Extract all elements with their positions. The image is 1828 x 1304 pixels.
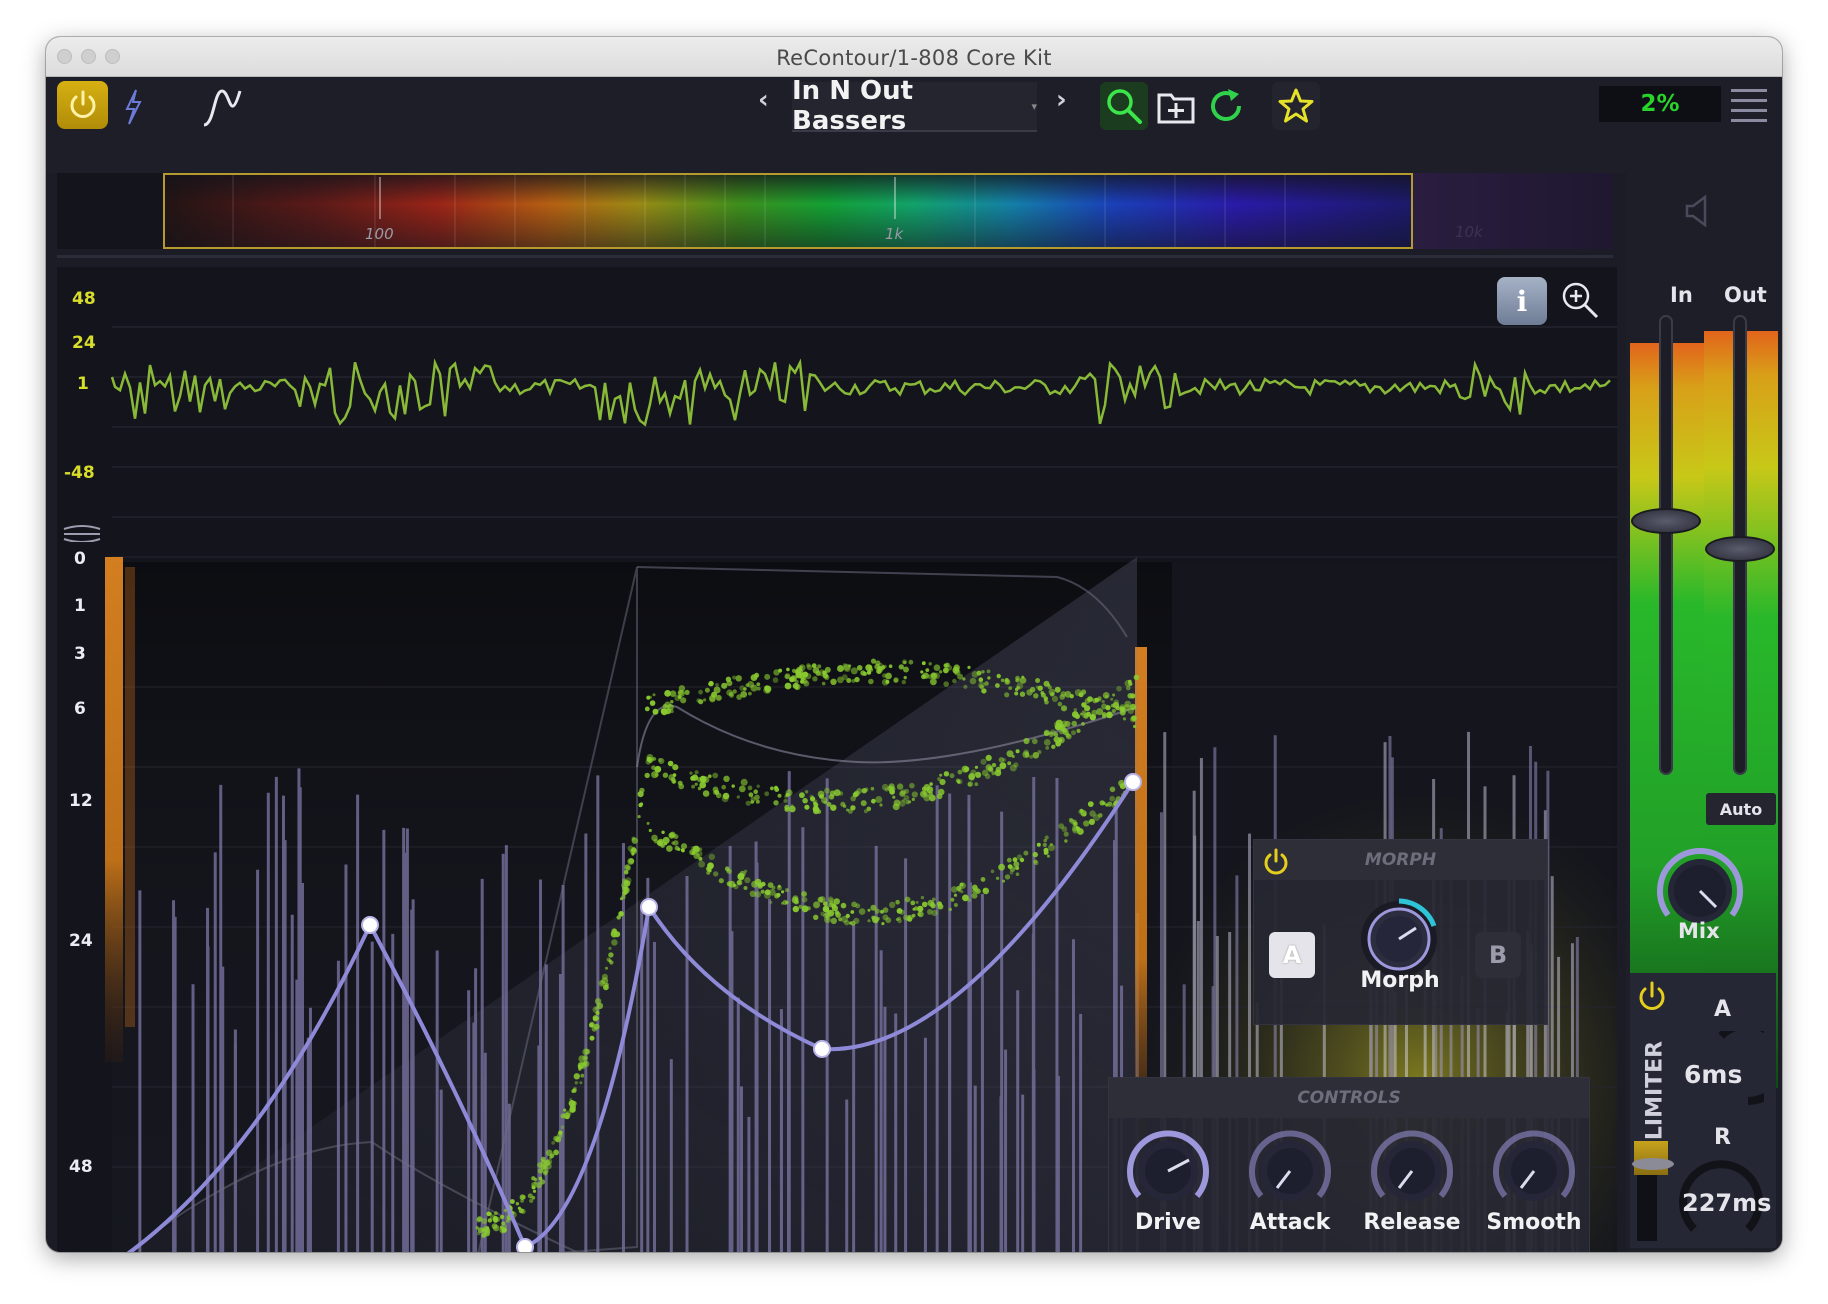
power-icon bbox=[70, 90, 95, 118]
limiter-attack-label: A bbox=[1714, 997, 1732, 1022]
favorite-button[interactable] bbox=[1272, 82, 1320, 130]
limiter-release-label: R bbox=[1714, 1125, 1731, 1150]
frequency-range-selection[interactable]: 100 1k bbox=[163, 173, 1413, 249]
left-scale-label: 0 bbox=[74, 549, 86, 569]
morph-b-button[interactable]: B bbox=[1475, 932, 1521, 978]
curve-node bbox=[516, 1238, 534, 1252]
star-icon bbox=[1278, 88, 1314, 123]
curve-node bbox=[813, 1040, 831, 1058]
prev-preset-button[interactable]: ‹ bbox=[758, 85, 769, 115]
in-meter-label: In bbox=[1670, 283, 1693, 307]
preset-name-display[interactable]: In N Out Bassers ▾ bbox=[792, 76, 1037, 136]
limiter-threshold-handle[interactable] bbox=[1632, 1158, 1674, 1170]
bypass-power-button[interactable] bbox=[57, 81, 108, 129]
morph-knob-label: Morph bbox=[1360, 968, 1440, 993]
limiter-attack-value: 6ms bbox=[1684, 1060, 1743, 1089]
control-knob-label: Smooth bbox=[1486, 1210, 1582, 1235]
refresh-icon bbox=[1211, 89, 1241, 122]
morph-a-button[interactable]: A bbox=[1269, 932, 1315, 978]
frequency-range-bar[interactable]: 100 1k 10k bbox=[57, 173, 1613, 249]
top-scale-label: 1 bbox=[77, 374, 89, 394]
search-presets-button[interactable] bbox=[1100, 82, 1148, 130]
menu-button[interactable] bbox=[1729, 85, 1769, 125]
contour-graph[interactable]: 48 24 1 -48 0 1 3 6 12 24 48 60 i bbox=[57, 267, 1617, 1252]
limiter-release-value: 227ms bbox=[1682, 1189, 1772, 1217]
chevron-down-icon: ▾ bbox=[1031, 99, 1037, 113]
reload-preset-button[interactable] bbox=[1202, 82, 1250, 130]
auto-gain-button[interactable]: Auto bbox=[1706, 793, 1776, 825]
control-knob-attack[interactable] bbox=[1247, 1128, 1333, 1214]
input-gain-slider-track[interactable] bbox=[1659, 315, 1673, 775]
out-meter-label: Out bbox=[1724, 283, 1767, 307]
top-scale-label: 24 bbox=[72, 333, 96, 353]
left-scale-label: 1 bbox=[74, 596, 86, 616]
control-knob-smooth[interactable] bbox=[1491, 1128, 1577, 1214]
power-icon bbox=[1639, 981, 1665, 1010]
output-section: In Out Auto Mix LIMITER A 6ms R 227ms bbox=[1626, 173, 1782, 1252]
lightning-icon[interactable] bbox=[118, 87, 148, 127]
freq-label-1k: 1k bbox=[885, 225, 904, 243]
toolbar: ‹ In N Out Bassers ▾ › 2% bbox=[46, 76, 1782, 173]
window-title: ReContour/1-808 Core Kit bbox=[776, 46, 1052, 70]
frequency-range-out: 10k bbox=[1413, 173, 1613, 249]
curve-node bbox=[361, 916, 379, 934]
next-preset-button[interactable]: › bbox=[1056, 85, 1067, 115]
plugin-window: ReContour/1-808 Core Kit ‹ In N Out Bass… bbox=[46, 37, 1782, 1252]
curve-shape-icon[interactable] bbox=[200, 85, 244, 129]
morph-header: MORPH bbox=[1254, 840, 1547, 880]
top-scale-label: -48 bbox=[64, 463, 95, 483]
limiter-title: LIMITER bbox=[1642, 1040, 1668, 1141]
freq-label-10k: 10k bbox=[1455, 223, 1483, 241]
cpu-meter: 2% bbox=[1599, 86, 1721, 122]
limiter-power-button[interactable] bbox=[1634, 979, 1670, 1015]
power-icon bbox=[1264, 848, 1288, 875]
zoom-in-icon bbox=[1562, 282, 1599, 319]
output-gain-slider-thumb[interactable] bbox=[1705, 536, 1775, 562]
folder-add-icon bbox=[1157, 93, 1195, 124]
control-knob-label: Attack bbox=[1249, 1210, 1331, 1235]
control-knob-drive[interactable] bbox=[1125, 1128, 1211, 1214]
speaker-icon[interactable] bbox=[1680, 191, 1720, 231]
limiter-panel: LIMITER A 6ms R 227ms bbox=[1630, 973, 1782, 1248]
search-icon bbox=[1107, 89, 1142, 124]
controls-panel: CONTROLS Drive Attack Release Smooth bbox=[1108, 1077, 1590, 1252]
control-knob-release[interactable] bbox=[1369, 1128, 1455, 1214]
hamburger-menu-icon bbox=[1731, 89, 1767, 122]
title-bar: ReContour/1-808 Core Kit bbox=[46, 37, 1782, 77]
controls-header: CONTROLS bbox=[1109, 1078, 1589, 1118]
divider bbox=[57, 255, 1613, 258]
curve-node bbox=[1124, 773, 1142, 791]
preset-name: In N Out Bassers bbox=[792, 76, 914, 136]
left-scale-label: 24 bbox=[69, 931, 93, 951]
zoom-button[interactable] bbox=[1557, 277, 1603, 323]
info-icon: i bbox=[1516, 284, 1528, 318]
input-gain-slider-thumb[interactable] bbox=[1631, 508, 1701, 534]
freq-label-100: 100 bbox=[365, 225, 394, 243]
resize-handle-icon[interactable] bbox=[60, 522, 104, 544]
control-knob-label: Drive bbox=[1135, 1210, 1201, 1235]
left-scale-label: 12 bbox=[69, 791, 93, 811]
curve-node bbox=[640, 898, 658, 916]
top-scale-label: 48 bbox=[72, 289, 96, 309]
left-scale-label: 3 bbox=[74, 644, 86, 664]
left-scale-label: 6 bbox=[74, 699, 86, 719]
left-scale-label: 48 bbox=[69, 1157, 93, 1177]
save-preset-button[interactable] bbox=[1152, 82, 1200, 130]
morph-panel: MORPH A B Morph bbox=[1253, 839, 1548, 1025]
mix-knob-label: Mix bbox=[1678, 919, 1720, 943]
control-knob-label: Release bbox=[1363, 1210, 1461, 1235]
info-button[interactable]: i bbox=[1497, 277, 1547, 325]
input-waveform bbox=[110, 358, 1611, 427]
morph-power-button[interactable] bbox=[1260, 846, 1292, 878]
